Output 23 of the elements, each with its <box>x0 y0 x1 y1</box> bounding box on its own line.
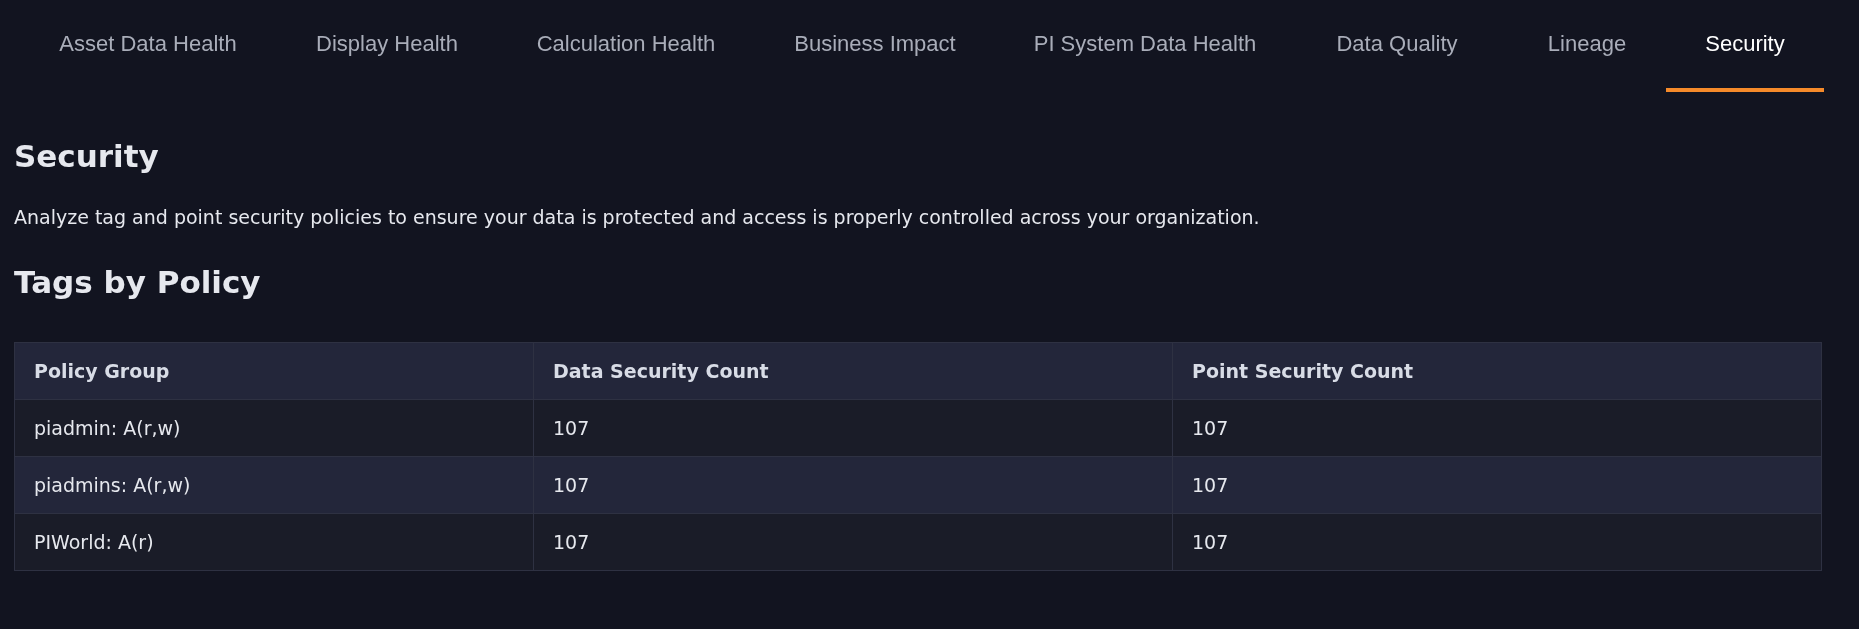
page-description: Analyze tag and point security policies to ensure your data is protected and access is properly controlled across your organization. <box>14 206 1261 228</box>
table-cell: 107 <box>533 399 1173 457</box>
table-cell: 107 <box>533 513 1173 571</box>
table-cell: 107 <box>1172 399 1822 457</box>
table-cell: PIWorld: A(r) <box>14 513 534 571</box>
tab[interactable]: Lineage <box>1508 0 1666 92</box>
tab[interactable]: PI System Data Health <box>1004 0 1286 92</box>
table-cell: 107 <box>533 456 1173 514</box>
tab[interactable]: Asset Data Health <box>28 0 268 92</box>
table-cell: piadmins: A(r,w) <box>14 456 534 514</box>
section-title: Tags by Policy <box>14 264 262 300</box>
column-header: Data Security Count <box>533 342 1173 400</box>
column-header: Point Security Count <box>1172 342 1822 400</box>
tab[interactable]: Display Health <box>268 0 506 92</box>
page-title: Security <box>14 138 160 174</box>
tab[interactable]: Business Impact <box>746 0 1004 92</box>
table-cell: 107 <box>1172 456 1822 514</box>
column-header: Policy Group <box>14 342 534 400</box>
table-cell: piadmin: A(r,w) <box>14 399 534 457</box>
tab[interactable]: Data Quality <box>1286 0 1508 92</box>
tab[interactable]: Calculation Health <box>506 0 746 92</box>
table-cell: 107 <box>1172 513 1822 571</box>
tab[interactable]: Security <box>1666 0 1824 92</box>
